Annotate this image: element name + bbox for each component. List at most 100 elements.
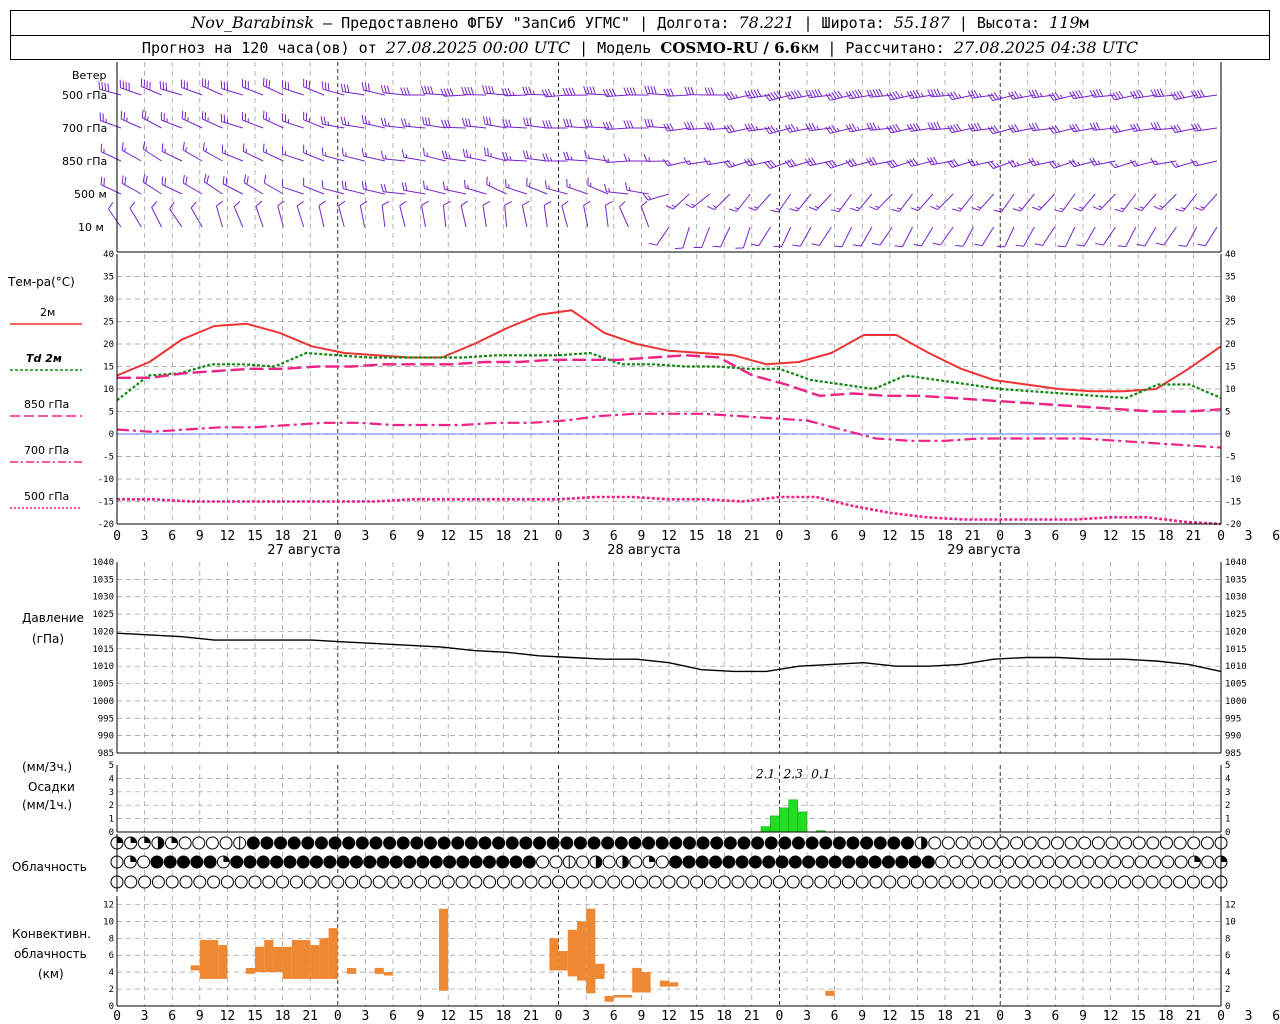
wind-barb-shaft bbox=[1102, 226, 1116, 246]
wind-barb-feather bbox=[1197, 89, 1202, 98]
wind-barb-shaft bbox=[1053, 160, 1076, 169]
cloud-symbol bbox=[682, 836, 696, 850]
conv-tick-label: 12 bbox=[103, 900, 114, 910]
wind-barb-feather bbox=[380, 84, 384, 93]
cloud-symbol bbox=[846, 836, 860, 850]
wind-barb-feather bbox=[444, 119, 448, 128]
x-tick-label-top: 15 bbox=[1130, 529, 1146, 544]
wind-barb bbox=[952, 193, 974, 212]
wind-barb-feather bbox=[367, 83, 370, 92]
wind-barb bbox=[561, 200, 569, 228]
pres-tick-label: 1000 bbox=[1225, 697, 1247, 707]
wind-barb-shaft bbox=[1064, 226, 1076, 248]
cloud-circle bbox=[383, 836, 397, 850]
wind-barb-feather bbox=[687, 86, 692, 95]
wind-barb-feather bbox=[321, 180, 324, 189]
wind-barb-feather bbox=[206, 175, 210, 184]
wind-barb-shaft bbox=[850, 127, 873, 133]
wind-barb-shaft bbox=[363, 188, 385, 195]
wind-barb bbox=[993, 193, 1015, 213]
wind-barb-shaft bbox=[215, 205, 223, 228]
wind-barb bbox=[303, 177, 325, 195]
cloud-symbol bbox=[642, 836, 656, 850]
wind-barb-feather bbox=[967, 123, 973, 132]
wind-barb-feather bbox=[712, 245, 721, 248]
wind-barb-shaft bbox=[282, 186, 304, 195]
legend-700-label: 700 гПа bbox=[24, 444, 69, 457]
wind-barb-feather bbox=[345, 152, 347, 157]
wind-barb-feather bbox=[383, 184, 387, 193]
wind-barb-feather bbox=[734, 207, 739, 210]
wind-barb-feather bbox=[552, 92, 556, 97]
cloud-symbol bbox=[778, 836, 792, 850]
wind-barb-feather bbox=[808, 89, 814, 98]
wind-barb bbox=[619, 200, 629, 228]
cloud-symbol bbox=[745, 875, 759, 889]
wind-barb-feather bbox=[836, 127, 840, 132]
cloud-circle bbox=[317, 875, 331, 889]
wind-barb-shaft bbox=[142, 181, 162, 195]
pres-tick-label: 985 bbox=[1225, 749, 1241, 759]
pressure-title: Давление bbox=[22, 611, 84, 625]
wind-barb-shaft bbox=[142, 148, 162, 162]
cloud-circle bbox=[505, 836, 519, 850]
cloud-symbol bbox=[177, 855, 191, 869]
wind-barb-feather bbox=[808, 122, 814, 131]
wind-barb-shaft bbox=[1000, 193, 1015, 213]
pres-tick-label: 1040 bbox=[1225, 558, 1247, 568]
cloud-circle bbox=[576, 855, 590, 869]
wind-barb-shaft bbox=[1080, 193, 1096, 212]
temp-tick-label: 20 bbox=[103, 340, 114, 350]
cloud-symbol bbox=[642, 855, 656, 869]
cloud-circle bbox=[935, 855, 949, 869]
cloud-circle bbox=[256, 855, 270, 869]
cloud-circle bbox=[260, 836, 274, 850]
wind-barb-feather bbox=[562, 87, 567, 96]
wind-barb-shaft bbox=[221, 88, 243, 96]
wind-barb bbox=[1114, 193, 1137, 213]
cloud-circle bbox=[1041, 855, 1055, 869]
pres-tick-label: 990 bbox=[1225, 732, 1241, 742]
cloud-symbol bbox=[163, 855, 177, 869]
wind-barb-feather bbox=[583, 86, 587, 94]
cloud-symbol bbox=[1187, 855, 1201, 869]
wind-barb-feather bbox=[710, 121, 715, 130]
wind-barb-feather bbox=[875, 205, 880, 209]
wind-barb-feather bbox=[340, 116, 344, 125]
wind-barb-feather bbox=[523, 150, 526, 159]
wind-barb-feather bbox=[1155, 242, 1164, 246]
cloud-circle bbox=[1200, 875, 1214, 889]
cloud-symbol bbox=[443, 855, 457, 869]
cloud-symbol bbox=[751, 836, 765, 850]
wind-barb-feather bbox=[563, 151, 567, 160]
wind-barb-shaft bbox=[525, 124, 548, 129]
wind-barb-feather bbox=[770, 209, 779, 213]
conv-bar bbox=[567, 929, 577, 977]
cloud-symbol bbox=[396, 836, 410, 850]
wind-barb-feather bbox=[203, 173, 207, 182]
cloud-symbol bbox=[601, 836, 615, 850]
wind-barb bbox=[1109, 124, 1136, 134]
wind-barb-shaft bbox=[1185, 226, 1198, 247]
wind-barb-feather bbox=[360, 200, 368, 206]
wind-barb bbox=[202, 142, 223, 162]
wind-barb-feather bbox=[894, 245, 903, 248]
wind-barb-shaft bbox=[921, 226, 934, 247]
wind-barb-feather bbox=[223, 81, 226, 90]
cloud-circle bbox=[342, 836, 356, 850]
cloud-symbol bbox=[203, 855, 217, 869]
conv-tick-label: 2 bbox=[1225, 985, 1230, 995]
pres-tick-label: 1020 bbox=[1225, 627, 1247, 637]
wind-barb bbox=[704, 87, 730, 96]
wind-barb-shaft bbox=[264, 182, 284, 195]
wind-barb-feather bbox=[380, 183, 384, 192]
x-tick-label-top: 0 bbox=[334, 529, 342, 544]
x-tick-label-bottom: 0 bbox=[1217, 1009, 1225, 1024]
wind-barb-shaft bbox=[521, 205, 528, 228]
cloud-circle bbox=[772, 875, 786, 889]
cloud-circle bbox=[451, 836, 465, 850]
cloud-circle bbox=[1091, 836, 1105, 850]
cloud-circle bbox=[274, 836, 288, 850]
wind-barb-feather bbox=[878, 88, 884, 97]
wind-barb bbox=[121, 142, 142, 162]
